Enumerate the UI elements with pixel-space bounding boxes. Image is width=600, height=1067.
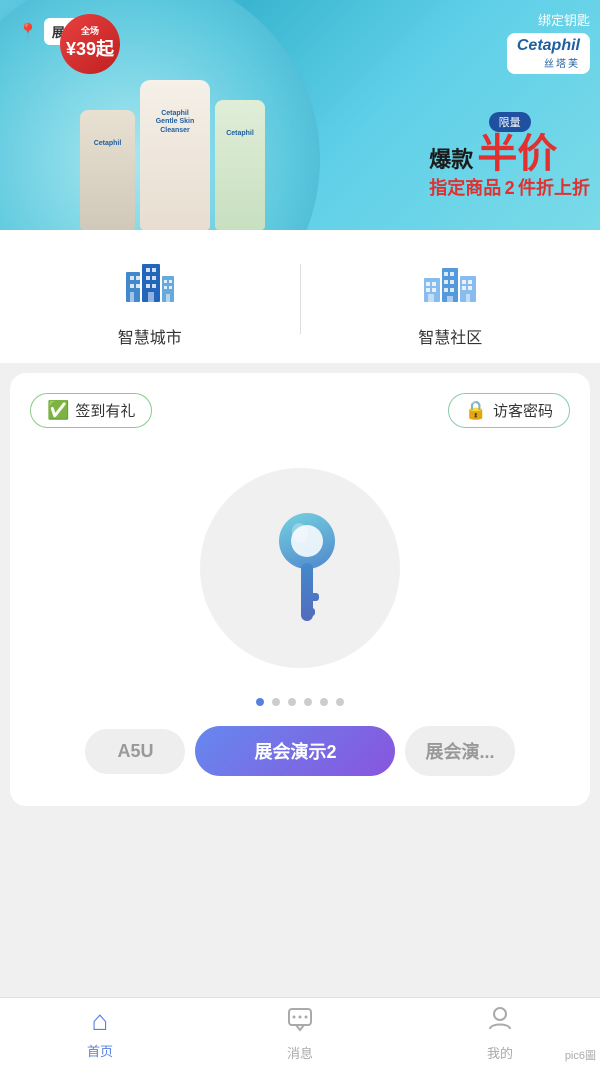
nav-home-label: 首页	[87, 1041, 113, 1060]
checkin-label: 签到有礼	[75, 400, 135, 421]
promo-half: 半价	[477, 134, 557, 174]
check-icon: ✅	[47, 400, 69, 421]
smart-city-label: 智慧城市	[118, 324, 182, 348]
promo-sub: 指定商品 2 件折上折	[429, 174, 590, 200]
key-circle	[200, 468, 400, 668]
visitor-badge[interactable]: 🔒 访客密码	[448, 393, 570, 428]
home-icon: ⌂	[92, 1005, 109, 1037]
category-smart-city[interactable]: 智慧城市	[0, 250, 300, 348]
banner-promo: 限量 爆款 半价 指定商品 2 件折上折	[429, 112, 590, 200]
product-bottle-2: CetaphilGentle SkinCleanser	[140, 80, 210, 230]
promo-sub-rest: 件折上折	[518, 178, 590, 198]
bind-key-label: 绑定钥匙	[507, 10, 590, 29]
dot-5	[320, 698, 328, 706]
dot-3	[288, 698, 296, 706]
profile-icon	[486, 1004, 514, 1039]
price-value: ¥39起	[66, 38, 114, 61]
promo-sub-num: 2	[505, 178, 515, 198]
smart-community-icon	[418, 250, 482, 314]
banner-products: Cetaphil CetaphilGentle SkinCleanser Cet…	[80, 80, 265, 230]
promo-main: 爆款 半价	[429, 134, 590, 174]
promo-limited: 限量	[489, 112, 531, 132]
category-smart-community[interactable]: 智慧社区	[301, 250, 600, 348]
dot-1	[256, 698, 264, 706]
banner: 📍 展会 全场 ¥39起 绑定钥匙 Cetaphil 丝塔芙 Cetaphil …	[0, 0, 600, 230]
nav-home[interactable]: ⌂ 首页	[0, 998, 200, 1067]
watermark: pic6圖	[565, 1047, 596, 1063]
checkin-badge[interactable]: ✅ 签到有礼	[30, 393, 152, 428]
visitor-label: 访客密码	[493, 400, 553, 421]
dots-indicator	[30, 698, 570, 706]
smart-city-icon	[118, 250, 182, 314]
price-from: 全场	[81, 26, 99, 38]
nav-message-label: 消息	[287, 1043, 313, 1062]
venue-demo3[interactable]: 展会演...	[405, 726, 514, 776]
product-bottle-3: Cetaphil	[215, 100, 265, 230]
main-panel: ✅ 签到有礼 🔒 访客密码	[10, 373, 590, 806]
banner-right: 绑定钥匙 Cetaphil 丝塔芙	[507, 10, 590, 74]
venue-row: A5U 展会演示2 展会演...	[30, 726, 570, 776]
cetaphil-sub: 丝塔芙	[517, 55, 580, 70]
promo-sub-text: 指定商品	[429, 178, 501, 198]
bottom-nav: ⌂ 首页 消息 我的	[0, 997, 600, 1067]
cetaphil-logo: Cetaphil 丝塔芙	[507, 33, 590, 74]
venue-demo2[interactable]: 展会演示2	[195, 726, 395, 776]
key-area[interactable]	[30, 448, 570, 698]
key-icon	[245, 503, 355, 633]
categories-section: 智慧城市	[0, 230, 600, 363]
dot-2	[272, 698, 280, 706]
nav-message[interactable]: 消息	[200, 998, 400, 1067]
smart-community-label: 智慧社区	[418, 324, 482, 348]
dot-4	[304, 698, 312, 706]
lock-icon: 🔒	[465, 400, 487, 421]
price-badge: 全场 ¥39起	[60, 14, 120, 74]
promo-boom: 爆款	[429, 142, 473, 174]
panel-actions: ✅ 签到有礼 🔒 访客密码	[30, 393, 570, 428]
product-bottle-1: Cetaphil	[80, 110, 135, 230]
message-icon	[286, 1004, 314, 1039]
dot-6	[336, 698, 344, 706]
location-icon: 📍	[18, 22, 38, 42]
venue-a5u[interactable]: A5U	[85, 729, 185, 774]
nav-profile-label: 我的	[487, 1043, 513, 1062]
cetaphil-brand: Cetaphil	[517, 37, 580, 55]
